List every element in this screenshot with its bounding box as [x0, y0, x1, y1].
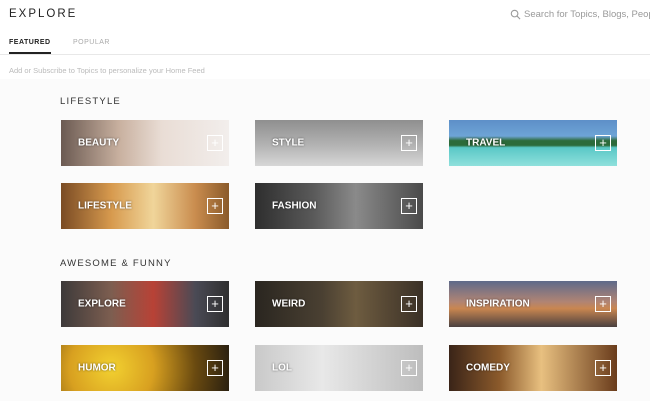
topic-label: LIFESTYLE — [78, 200, 132, 212]
topic-label: TRAVEL — [466, 137, 506, 149]
plus-icon[interactable]: + — [595, 360, 611, 376]
search-icon — [510, 9, 521, 20]
topics-area: LIFESTYLE BEAUTY + STYLE + TRAVEL + LIFE… — [0, 79, 650, 401]
topic-tile-explore[interactable]: EXPLORE + — [61, 281, 229, 327]
topic-label: EXPLORE — [78, 298, 126, 310]
topic-tile-travel[interactable]: TRAVEL + — [449, 120, 617, 166]
topic-label: INSPIRATION — [466, 298, 530, 310]
topic-tile-humor[interactable]: HUMOR + — [61, 345, 229, 391]
topic-label: STYLE — [272, 137, 305, 149]
topic-label: LOL — [272, 362, 292, 374]
topic-tile-comedy[interactable]: COMEDY + — [449, 345, 617, 391]
topic-tile-inspiration[interactable]: INSPIRATION + — [449, 281, 617, 327]
topic-tile-lol[interactable]: LOL + — [255, 345, 423, 391]
plus-icon[interactable]: + — [207, 135, 223, 151]
section-title-lifestyle: LIFESTYLE — [60, 96, 121, 107]
page-title: EXPLORE — [9, 8, 78, 20]
plus-icon[interactable]: + — [401, 296, 417, 312]
plus-icon[interactable]: + — [401, 135, 417, 151]
top-bar: EXPLORE — [0, 0, 650, 30]
section-title-awesome-funny: AWESOME & FUNNY — [60, 258, 172, 269]
topic-label: WEIRD — [272, 298, 306, 310]
tab-featured[interactable]: FEATURED — [9, 39, 51, 54]
plus-icon[interactable]: + — [207, 360, 223, 376]
search-box[interactable] — [510, 9, 650, 20]
plus-icon[interactable]: + — [207, 296, 223, 312]
plus-icon[interactable]: + — [207, 198, 223, 214]
topic-label: BEAUTY — [78, 137, 120, 149]
topic-label: HUMOR — [78, 362, 116, 374]
topic-tile-beauty[interactable]: BEAUTY + — [61, 120, 229, 166]
plus-icon[interactable]: + — [595, 135, 611, 151]
personalize-hint: Add or Subscribe to Topics to personaliz… — [9, 66, 205, 75]
topic-tile-lifestyle[interactable]: LIFESTYLE + — [61, 183, 229, 229]
tab-popular[interactable]: POPULAR — [73, 39, 110, 46]
topic-tile-weird[interactable]: WEIRD + — [255, 281, 423, 327]
plus-icon[interactable]: + — [401, 360, 417, 376]
topic-tile-style[interactable]: STYLE + — [255, 120, 423, 166]
tab-bar: FEATURED POPULAR — [0, 36, 650, 55]
topic-tile-fashion[interactable]: FASHION + — [255, 183, 423, 229]
plus-icon[interactable]: + — [401, 198, 417, 214]
search-input[interactable] — [524, 9, 650, 20]
topic-label: FASHION — [272, 200, 317, 212]
plus-icon[interactable]: + — [595, 296, 611, 312]
topic-label: COMEDY — [466, 362, 510, 374]
